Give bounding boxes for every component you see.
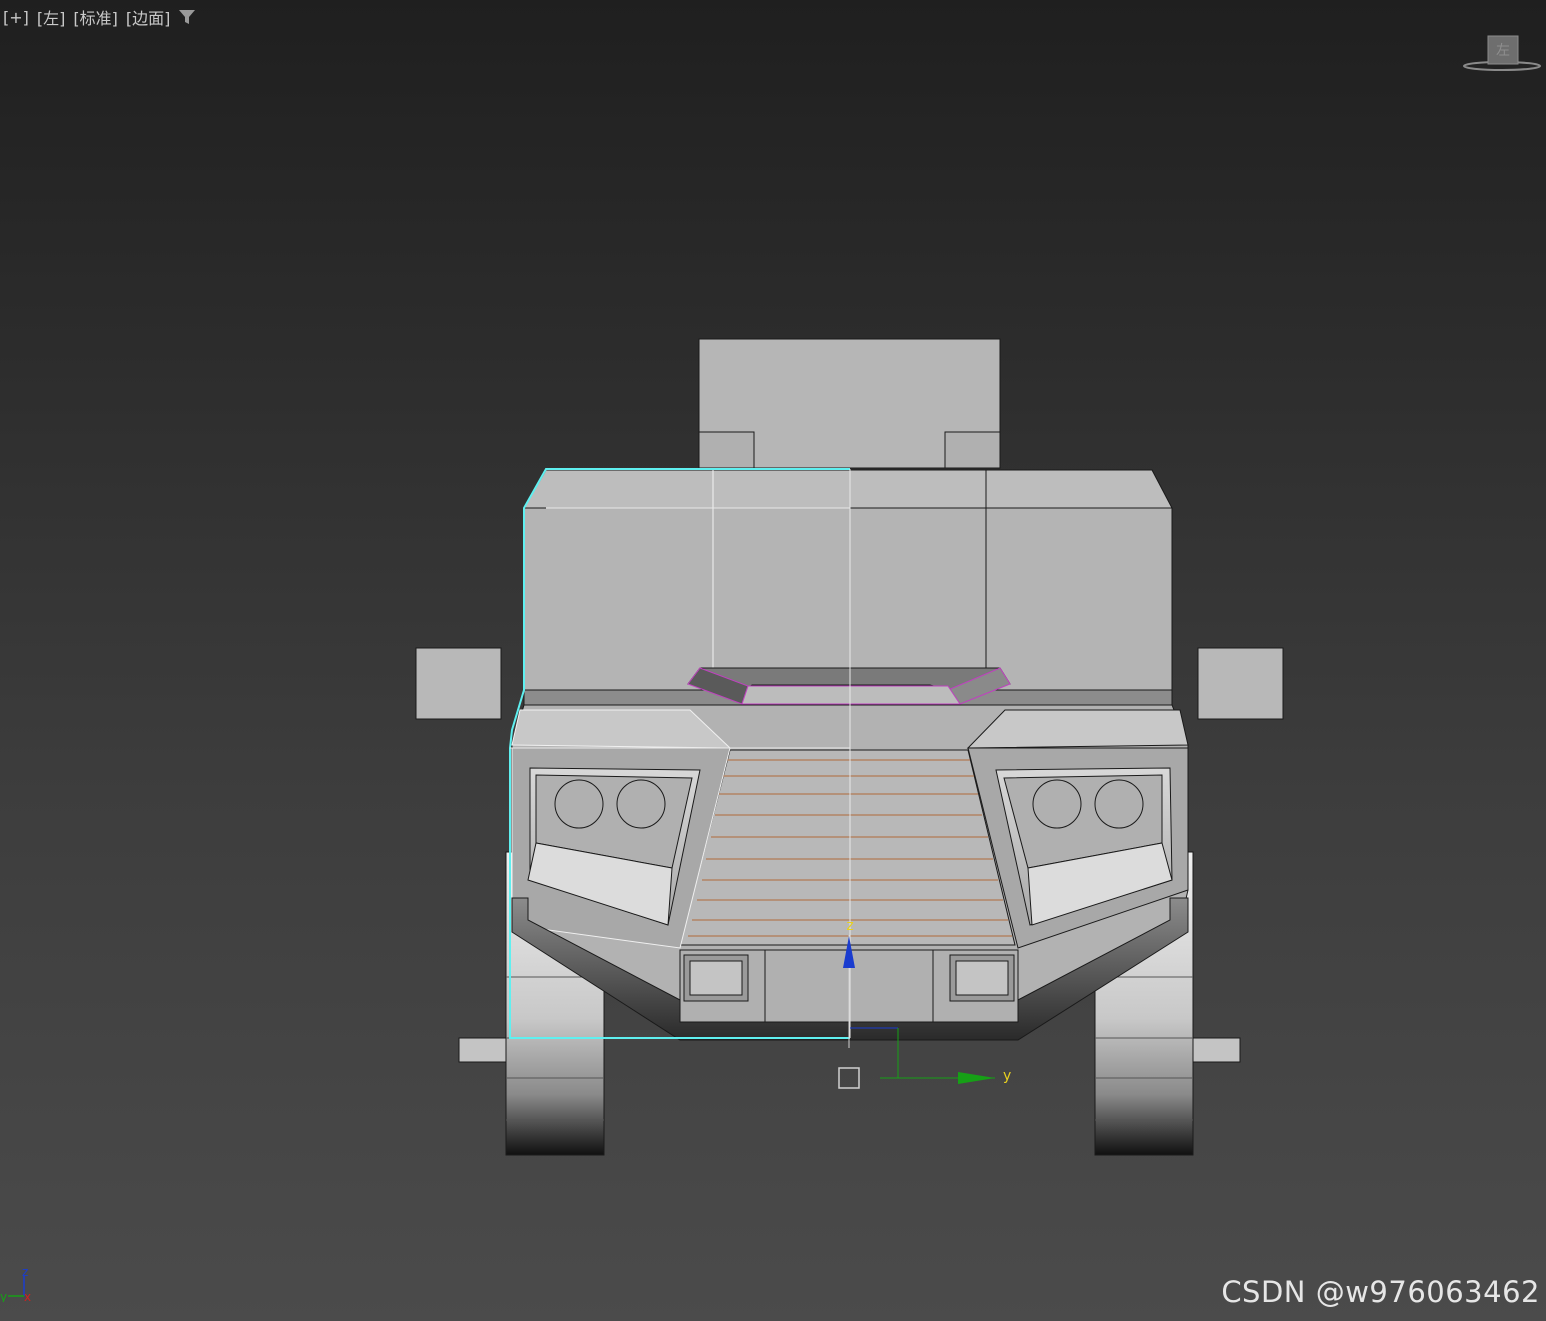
grille[interactable]	[679, 749, 1016, 946]
axis-tripod-y: y	[0, 1290, 7, 1302]
axis-tripod-z: z	[22, 1265, 28, 1279]
viewport-left[interactable]: [+] [左] [标准] [边面] 左 z y z y x CSDN @w976…	[0, 0, 1546, 1321]
hood-scoop[interactable]	[687, 667, 1011, 705]
gizmo-y-label: y	[1003, 1068, 1011, 1084]
mirror-left[interactable]	[415, 647, 502, 720]
axis-tripod: z y x	[0, 1265, 31, 1302]
axle-stub-left	[458, 1037, 510, 1063]
gizmo-center-box[interactable]	[838, 1067, 860, 1089]
gizmo-y-arrow[interactable]	[958, 1072, 995, 1084]
gizmo-z-label: z	[846, 918, 853, 934]
mirror-right[interactable]	[1197, 647, 1284, 720]
scene-canvas[interactable]: z y	[0, 0, 1546, 1321]
axle-stub-right	[1189, 1037, 1241, 1063]
roof-block[interactable]	[698, 338, 1001, 469]
axis-tripod-x: x	[24, 1290, 31, 1302]
watermark: CSDN @w976063462	[1221, 1275, 1540, 1309]
